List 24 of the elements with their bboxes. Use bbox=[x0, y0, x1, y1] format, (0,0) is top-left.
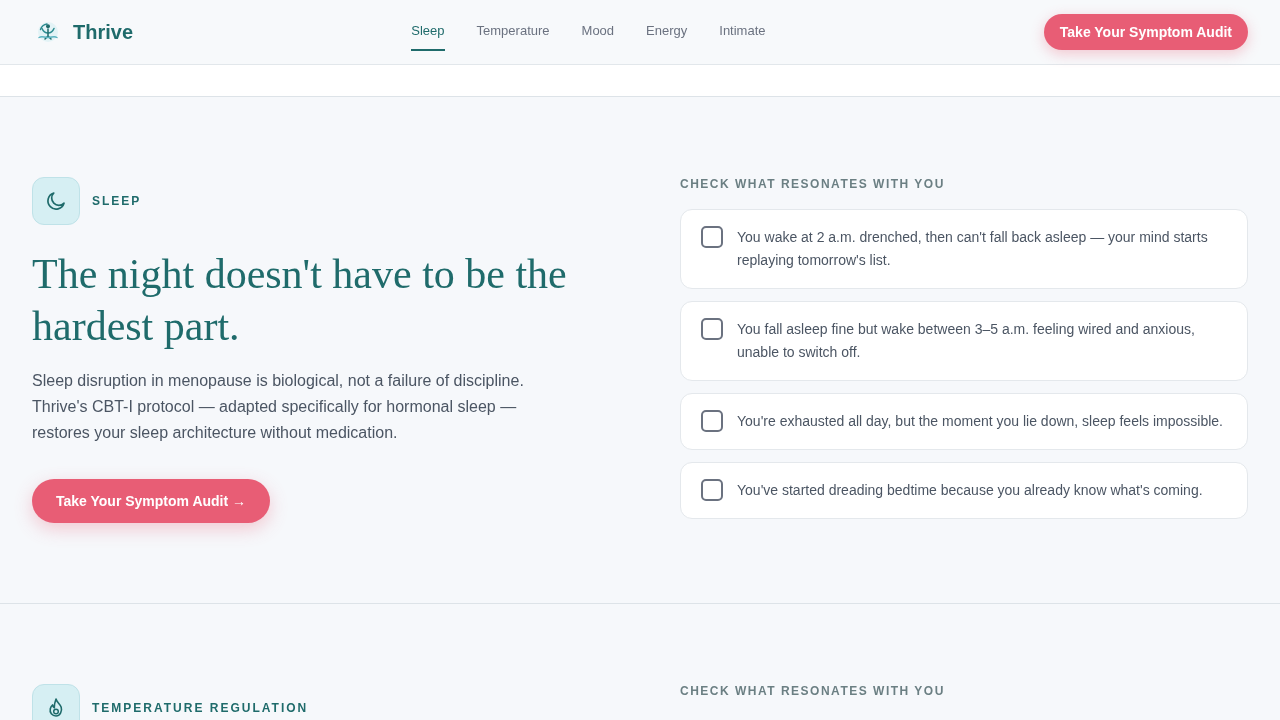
checkbox[interactable] bbox=[701, 226, 723, 248]
checklist-heading: CHECK WHAT RESONATES WITH YOU bbox=[680, 684, 946, 698]
section-label: SLEEP bbox=[92, 194, 142, 208]
checklist-heading: CHECK WHAT RESONATES WITH YOU bbox=[680, 177, 946, 191]
symptom-audit-button[interactable]: Take Your Symptom Audit → bbox=[32, 479, 271, 523]
nav-tab[interactable]: Intimate bbox=[719, 13, 766, 51]
section-description: Sleep disruption in menopause is biological, not a failure of discipline. Thrive's CBT-I protocol — adapted specifically for hormonal sleep — restores your sleep architecture without medication. bbox=[32, 371, 525, 443]
nav-tab[interactable]: Temperature bbox=[476, 13, 550, 51]
symptom-text: You've started dreading bedtime because you already know what's coming. bbox=[737, 481, 1203, 500]
nav-tab[interactable]: Energy bbox=[646, 13, 688, 51]
logo-icon bbox=[36, 20, 60, 44]
checkbox[interactable] bbox=[701, 318, 723, 340]
symptom-text: You're exhausted all day, but the moment you lie down, sleep feels impossible. bbox=[737, 412, 1223, 431]
checkbox[interactable] bbox=[701, 410, 723, 432]
nav-tab[interactable]: Mood bbox=[581, 13, 615, 51]
section-headline: The night doesn't have to be the hardest part. bbox=[32, 250, 568, 351]
section-label: TEMPERATURE REGULATION bbox=[92, 701, 309, 715]
symptom-text: You fall asleep fine but wake between 3–5 a.m. feeling wired and anxious, unable to switch off. bbox=[737, 320, 1196, 362]
symptom-audit-button[interactable]: Take Your Symptom Audit bbox=[1043, 14, 1248, 50]
checkbox[interactable] bbox=[701, 479, 723, 501]
symptom-text: You wake at 2 a.m. drenched, then can't fall back asleep — your mind starts replaying tomorrow's list. bbox=[737, 228, 1209, 270]
brand-name[interactable]: Thrive bbox=[73, 20, 134, 44]
nav-tab[interactable]: Sleep bbox=[411, 13, 445, 51]
moon-icon bbox=[32, 177, 80, 225]
